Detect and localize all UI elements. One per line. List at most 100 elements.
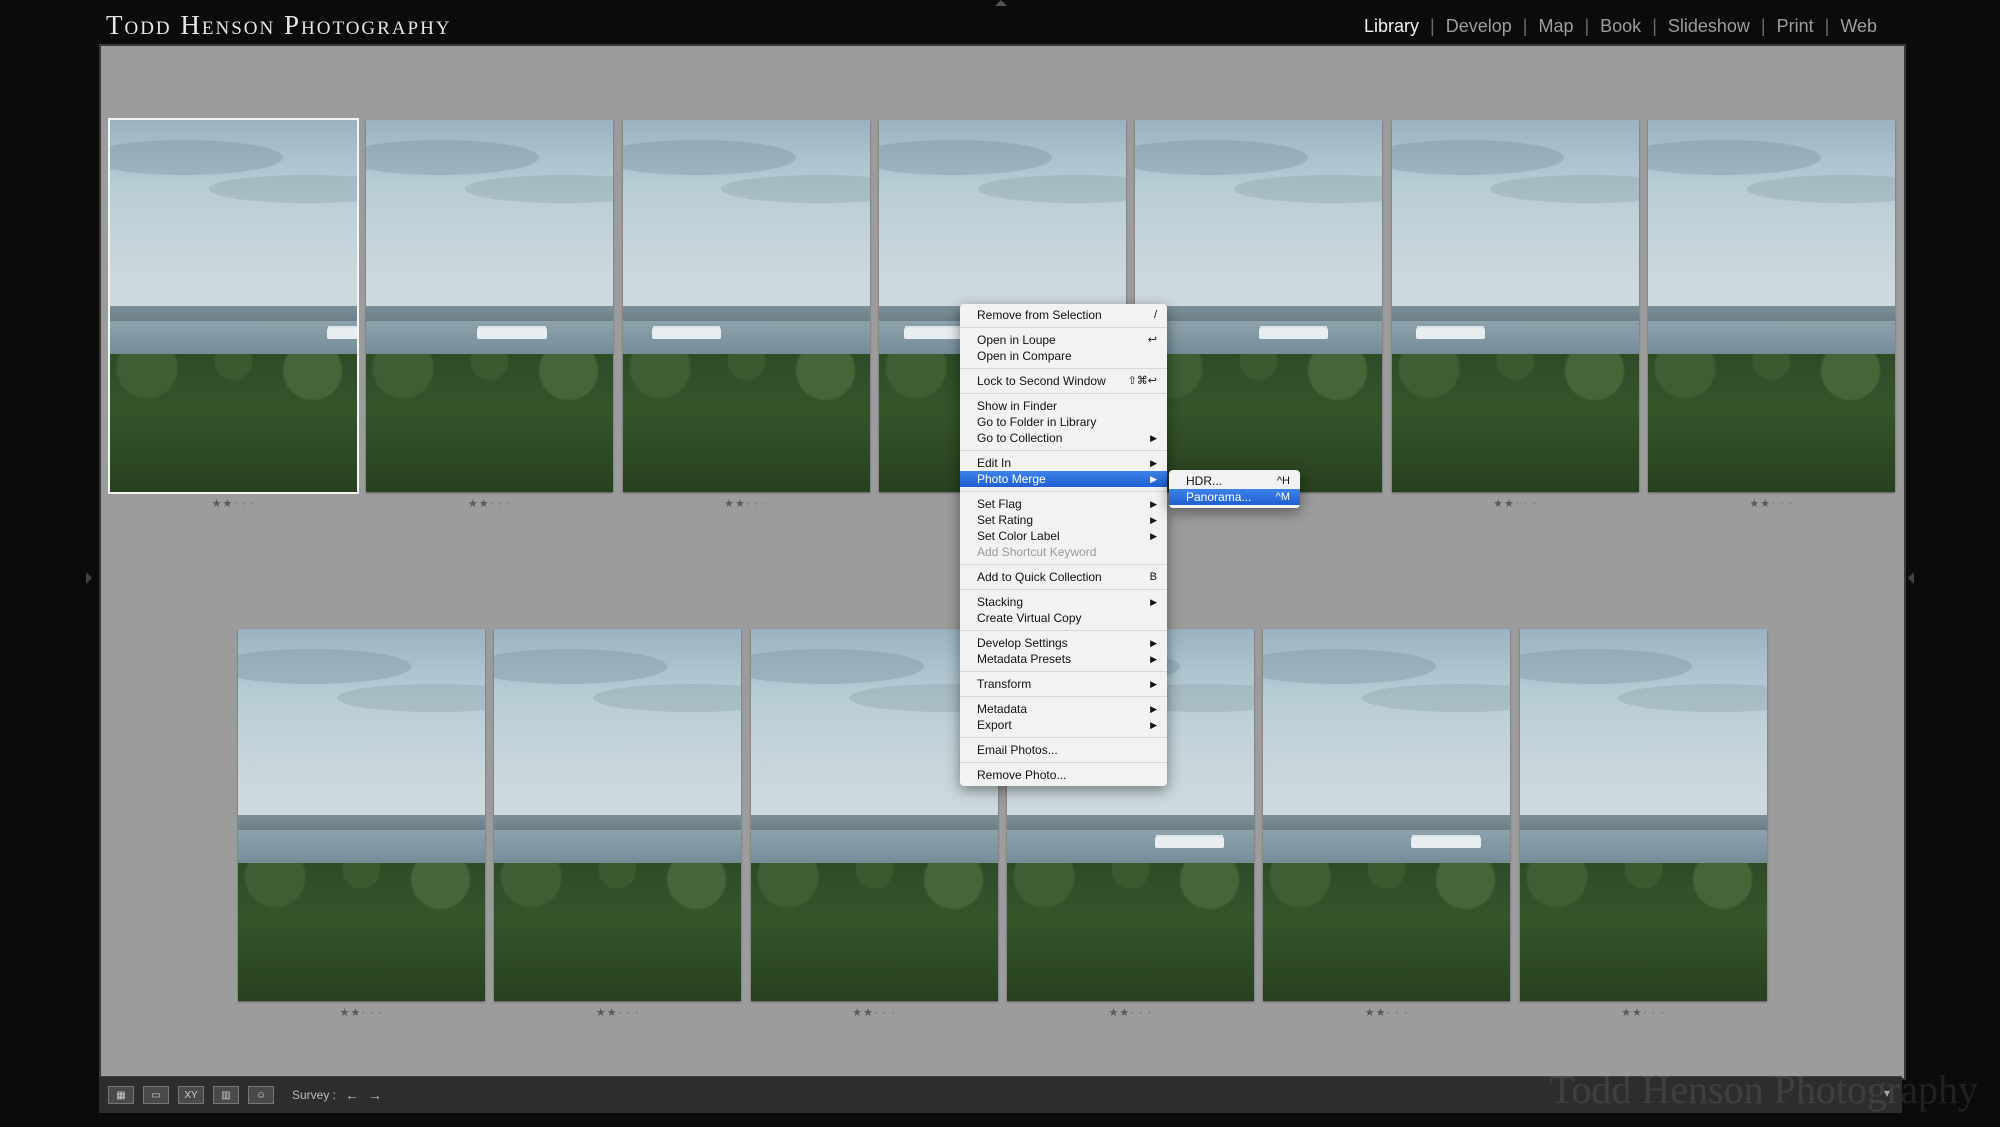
photo-thumbnail[interactable]: [238, 629, 485, 1001]
menu-item-edit-in[interactable]: Edit In ▶: [960, 455, 1167, 471]
submenu-arrow-icon: ▶: [1150, 720, 1157, 730]
grid-view-button[interactable]: ▦: [108, 1086, 134, 1104]
menu-item-transform[interactable]: Transform ▶: [960, 676, 1167, 692]
menu-item-label: HDR...: [1186, 474, 1222, 488]
previous-photo-arrow-icon[interactable]: ←: [345, 1087, 359, 1103]
cloud: [1135, 139, 1309, 176]
distant-hills: [366, 306, 614, 321]
forest: [622, 354, 870, 492]
star-rating[interactable]: ★★· · ·: [751, 1006, 998, 1019]
sky: [1135, 120, 1383, 318]
loupe-view-button[interactable]: ▭: [143, 1086, 169, 1104]
menu-item-set-color-label[interactable]: Set Color Label ▶: [960, 528, 1167, 544]
submenu-arrow-icon: ▶: [1150, 458, 1157, 468]
photo-thumbnail[interactable]: [494, 629, 742, 1001]
menu-item-set-flag[interactable]: Set Flag ▶: [960, 496, 1167, 512]
menu-item-open-in-compare[interactable]: Open in Compare: [960, 348, 1167, 364]
photo-thumbnail[interactable]: [622, 120, 870, 492]
star-rating[interactable]: ★★· · ·: [1648, 497, 1895, 510]
menu-item-stacking[interactable]: Stacking ▶: [960, 594, 1167, 610]
cruise-ship: [477, 328, 547, 340]
cloud: [593, 684, 742, 712]
star-rating[interactable]: ★★· · ·: [1392, 497, 1639, 510]
forest: [1647, 354, 1895, 492]
menu-item-label: Remove from Selection: [977, 308, 1102, 322]
sky: [1647, 120, 1895, 318]
next-photo-arrow-icon[interactable]: →: [368, 1087, 382, 1103]
submenu-item-panorama[interactable]: Panorama... ^M: [1169, 489, 1300, 505]
menu-item-remove-photo[interactable]: Remove Photo...: [960, 767, 1167, 783]
star-rating[interactable]: ★★· · ·: [623, 497, 870, 510]
photo-thumbnail[interactable]: [108, 118, 359, 494]
menu-item-label: Lock to Second Window: [977, 374, 1106, 388]
menu-item-set-rating[interactable]: Set Rating ▶: [960, 512, 1167, 528]
sky: [1391, 120, 1639, 318]
menu-item-email-photos[interactable]: Email Photos...: [960, 742, 1167, 758]
module-web[interactable]: Web: [1829, 16, 1888, 37]
menu-separator: [960, 630, 1167, 631]
menu-item-label: Set Color Label: [977, 529, 1060, 543]
submenu-arrow-icon: ▶: [1150, 679, 1157, 689]
module-develop[interactable]: Develop: [1435, 16, 1523, 37]
people-view-button[interactable]: ☺: [248, 1086, 274, 1104]
forest: [1391, 354, 1639, 492]
menu-item-lock-to-second-window[interactable]: Lock to Second Window ⇧⌘↩: [960, 373, 1167, 389]
menu-item-label: Remove Photo...: [977, 768, 1067, 782]
star-rating[interactable]: ★★· · ·: [494, 1006, 741, 1019]
star-rating[interactable]: ★★· · ·: [110, 497, 357, 510]
left-panel-toggle[interactable]: [86, 572, 92, 584]
module-book[interactable]: Book: [1589, 16, 1652, 37]
distant-hills: [750, 815, 998, 830]
cloud: [1618, 684, 1767, 712]
menu-item-open-in-loupe[interactable]: Open in Loupe ↩: [960, 332, 1167, 348]
photo-thumbnail[interactable]: [1391, 120, 1639, 492]
menu-item-remove-from-selection[interactable]: Remove from Selection /: [960, 307, 1167, 323]
distant-hills: [1135, 306, 1383, 321]
menu-item-export[interactable]: Export ▶: [960, 717, 1167, 733]
menu-item-label: Stacking: [977, 595, 1024, 609]
star-rating[interactable]: ★★· · ·: [1007, 1006, 1254, 1019]
star-rating[interactable]: ★★· · ·: [1263, 1006, 1510, 1019]
photo-thumbnail[interactable]: [1135, 120, 1383, 492]
menu-item-metadata-presets[interactable]: Metadata Presets ▶: [960, 651, 1167, 667]
star-rating[interactable]: ★★· · ·: [366, 497, 613, 510]
menu-item-label: Add Shortcut Keyword: [977, 545, 1097, 559]
menu-item-add-to-quick-collection[interactable]: Add to Quick Collection B: [960, 569, 1167, 585]
watermark: Todd Henson Photography: [1549, 1067, 1978, 1112]
menu-separator: [960, 737, 1167, 738]
menu-item-create-virtual-copy[interactable]: Create Virtual Copy: [960, 610, 1167, 626]
distant-hills: [1519, 815, 1767, 830]
module-slideshow[interactable]: Slideshow: [1657, 16, 1761, 37]
menu-item-show-in-finder[interactable]: Show in Finder: [960, 398, 1167, 414]
menu-item-label: Set Rating: [977, 513, 1034, 527]
menu-item-go-to-folder-in-library[interactable]: Go to Folder in Library: [960, 414, 1167, 430]
star-rating[interactable]: ★★· · ·: [1520, 1006, 1767, 1019]
module-map[interactable]: Map: [1527, 16, 1584, 37]
sky: [238, 629, 485, 827]
module-print[interactable]: Print: [1766, 16, 1825, 37]
photo-thumbnail[interactable]: [1519, 629, 1767, 1001]
identity-plate: Todd Henson Photography: [106, 10, 452, 40]
top-panel-toggle[interactable]: [995, 0, 1007, 6]
menu-item-photo-merge[interactable]: Photo Merge ▶: [960, 471, 1167, 487]
menu-item-metadata[interactable]: Metadata ▶: [960, 701, 1167, 717]
distant-hills: [1647, 306, 1895, 321]
cloud: [622, 139, 796, 176]
right-panel-toggle[interactable]: [1908, 572, 1914, 584]
star-rating[interactable]: ★★· · ·: [238, 1006, 485, 1019]
cruise-ship: [1416, 328, 1486, 340]
menu-item-go-to-collection[interactable]: Go to Collection ▶: [960, 430, 1167, 446]
sky: [878, 120, 1126, 318]
menu-item-develop-settings[interactable]: Develop Settings ▶: [960, 635, 1167, 651]
cloud: [238, 648, 411, 685]
cloud: [750, 648, 924, 685]
cloud: [1361, 684, 1511, 712]
photo-thumbnail[interactable]: [1263, 629, 1511, 1001]
photo-thumbnail[interactable]: [366, 120, 614, 492]
submenu-item-hdr[interactable]: HDR... ^H: [1169, 473, 1300, 489]
module-library[interactable]: Library: [1353, 16, 1430, 37]
compare-view-button[interactable]: XY: [178, 1086, 204, 1104]
cloud: [1391, 139, 1565, 176]
survey-view-button[interactable]: ▥: [213, 1086, 239, 1104]
photo-thumbnail[interactable]: [1647, 120, 1895, 492]
